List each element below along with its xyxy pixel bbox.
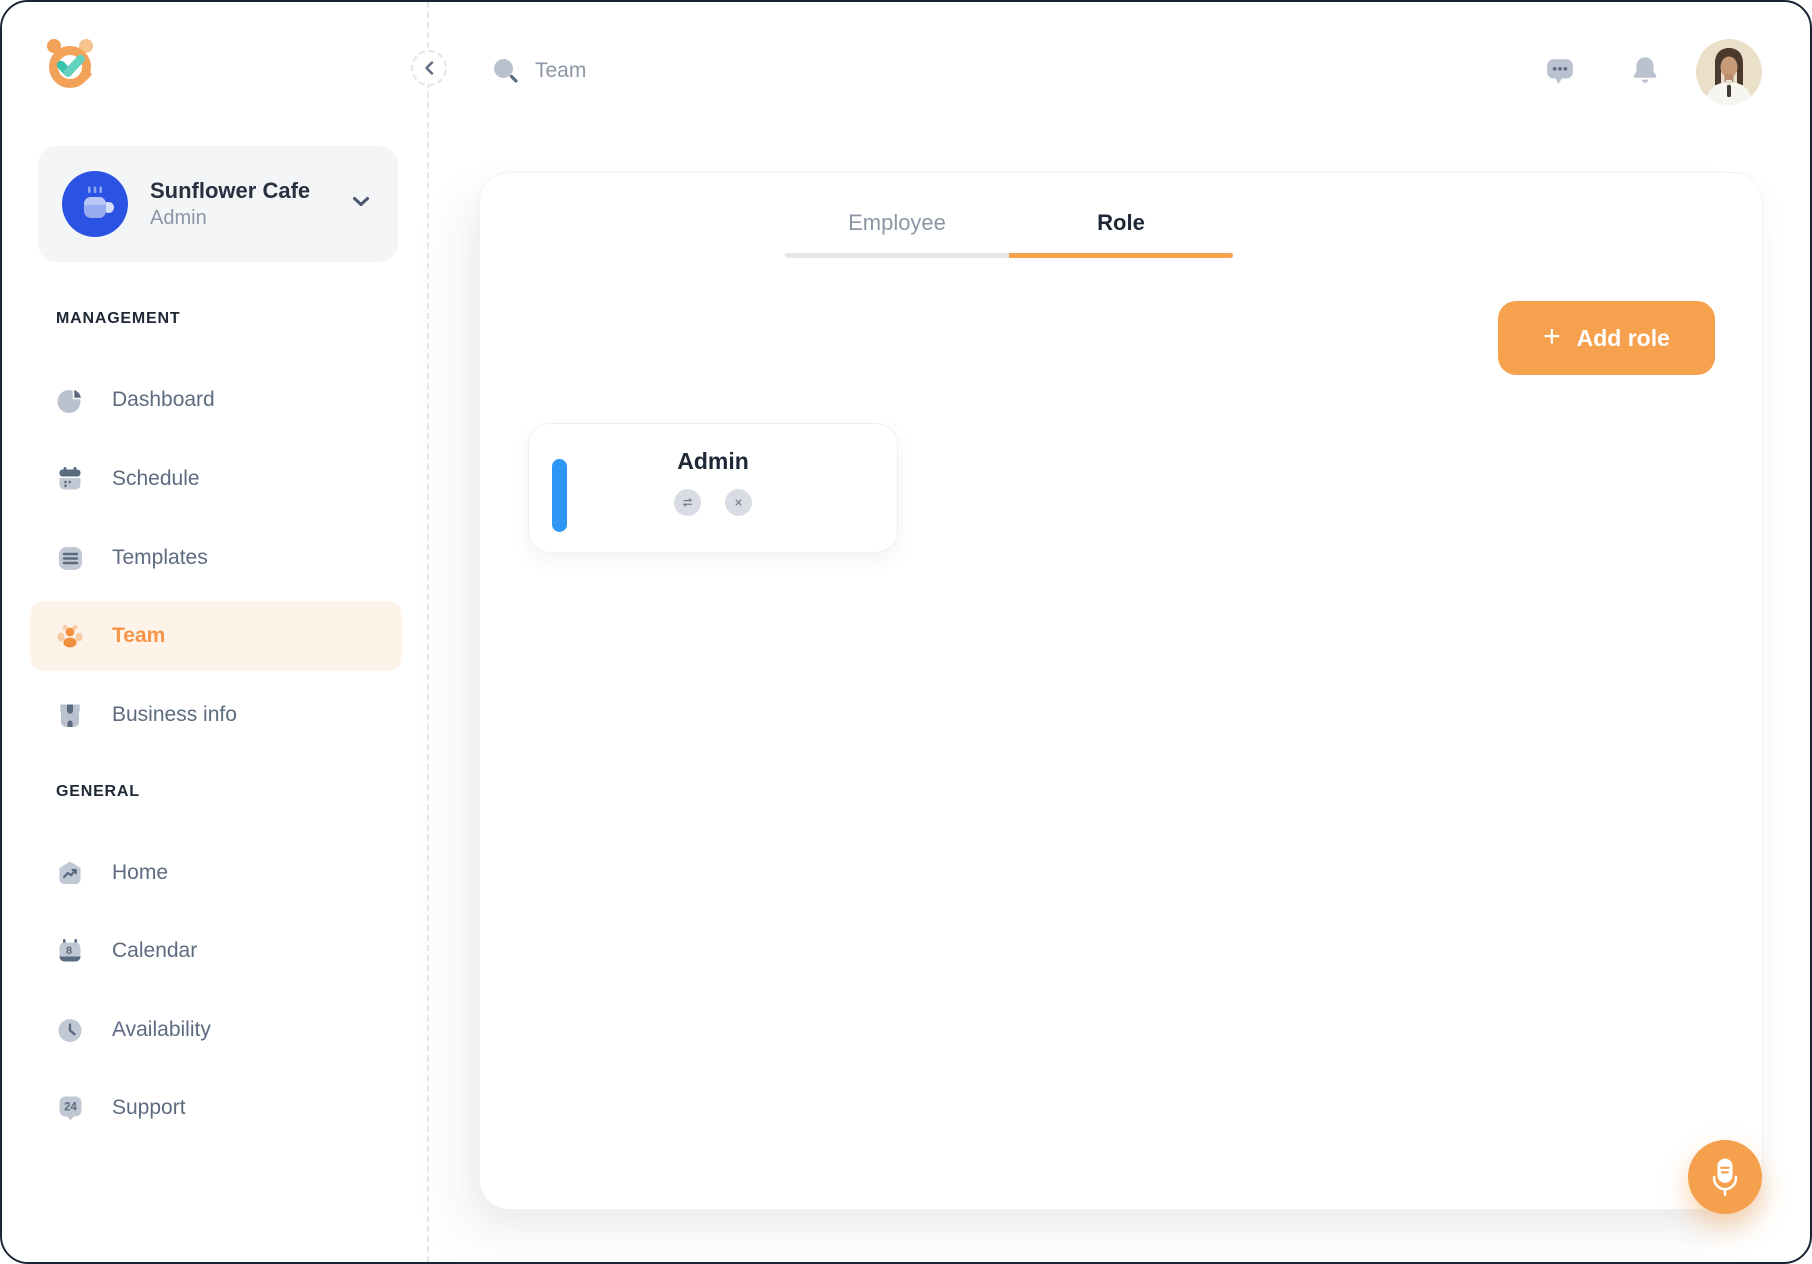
- page-title: Team: [535, 59, 586, 83]
- sidebar-item-label: Team: [112, 624, 165, 648]
- home-trend-icon: [56, 859, 84, 887]
- section-label-general: GENERAL: [56, 783, 140, 801]
- team-tabs: Employee Role: [785, 173, 1233, 258]
- user-avatar[interactable]: [1696, 39, 1762, 105]
- clock-icon: [56, 1016, 84, 1044]
- sidebar-item-availability[interactable]: Availability: [30, 998, 402, 1062]
- storefront-icon: [56, 701, 84, 729]
- role-transfer-button[interactable]: [674, 489, 701, 516]
- add-role-button[interactable]: + Add role: [1498, 301, 1715, 375]
- tab-underline-active: [1009, 253, 1233, 258]
- sidebar: Sunflower Cafe Admin MANAGEMENT Dashboar…: [2, 2, 429, 1262]
- role-color-bar: [552, 459, 567, 532]
- role-actions: [674, 489, 752, 516]
- pie-chart-icon: [56, 386, 84, 414]
- sidebar-item-templates[interactable]: Templates: [30, 526, 402, 590]
- role-title: Admin: [677, 448, 749, 475]
- list-icon: [56, 544, 84, 572]
- chevron-left-icon: [422, 60, 436, 76]
- workspace-selector[interactable]: Sunflower Cafe Admin: [38, 146, 398, 262]
- tab-role[interactable]: Role: [1009, 173, 1233, 258]
- tab-underline: [785, 253, 1009, 258]
- bell-icon: [1629, 54, 1661, 86]
- role-delete-button[interactable]: [725, 489, 752, 516]
- sidebar-item-dashboard[interactable]: Dashboard: [30, 368, 402, 432]
- plus-icon: +: [1543, 322, 1561, 352]
- add-role-label: Add role: [1577, 325, 1670, 352]
- chat-button[interactable]: [1545, 56, 1575, 91]
- sidebar-item-label: Calendar: [112, 939, 197, 963]
- workspace-name: Sunflower Cafe: [150, 176, 310, 206]
- microphone-icon: [1694, 1140, 1756, 1214]
- tab-employee[interactable]: Employee: [785, 173, 1009, 258]
- coffee-cup-icon: [62, 171, 128, 237]
- alarm-clock-check-logo-icon: [42, 35, 98, 91]
- sidebar-item-support[interactable]: 24 Support: [30, 1076, 402, 1140]
- avatar-photo: [1696, 39, 1762, 105]
- support-badge: 24: [64, 1102, 77, 1114]
- close-icon: [732, 496, 745, 509]
- role-card-admin: Admin: [528, 423, 898, 553]
- team-icon: [56, 622, 84, 650]
- sidebar-item-label: Home: [112, 861, 168, 885]
- sidebar-item-calendar[interactable]: 8 Calendar: [30, 919, 402, 983]
- search-bar[interactable]: Team: [491, 56, 586, 86]
- sidebar-item-label: Templates: [112, 546, 208, 570]
- chevron-down-icon: [352, 196, 370, 207]
- sidebar-item-business-info[interactable]: Business info: [30, 683, 402, 747]
- sidebar-collapse-button[interactable]: [411, 50, 447, 86]
- support-24-icon: 24: [56, 1094, 84, 1122]
- sidebar-item-label: Availability: [112, 1018, 211, 1042]
- sidebar-item-home[interactable]: Home: [30, 841, 402, 905]
- sidebar-item-label: Dashboard: [112, 388, 215, 412]
- calendar-8-icon: 8: [56, 937, 84, 965]
- calendar-icon: [56, 465, 84, 493]
- notifications-button[interactable]: [1629, 54, 1661, 91]
- voice-assistant-fab[interactable]: [1688, 1140, 1762, 1214]
- sidebar-item-label: Support: [112, 1096, 186, 1120]
- search-icon: [491, 56, 521, 86]
- sidebar-item-label: Business info: [112, 703, 237, 727]
- calendar-badge: 8: [66, 945, 72, 957]
- sidebar-item-schedule[interactable]: Schedule: [30, 447, 402, 511]
- chat-bubble-icon: [1545, 56, 1575, 86]
- workspace-role: Admin: [150, 205, 310, 232]
- swap-icon: [680, 495, 695, 510]
- section-label-management: MANAGEMENT: [56, 310, 180, 328]
- app-window: Sunflower Cafe Admin MANAGEMENT Dashboar…: [0, 0, 1812, 1264]
- team-content-card: Employee Role + Add role Admin: [479, 172, 1763, 1210]
- sidebar-item-team[interactable]: Team: [30, 601, 402, 671]
- sidebar-item-label: Schedule: [112, 467, 200, 491]
